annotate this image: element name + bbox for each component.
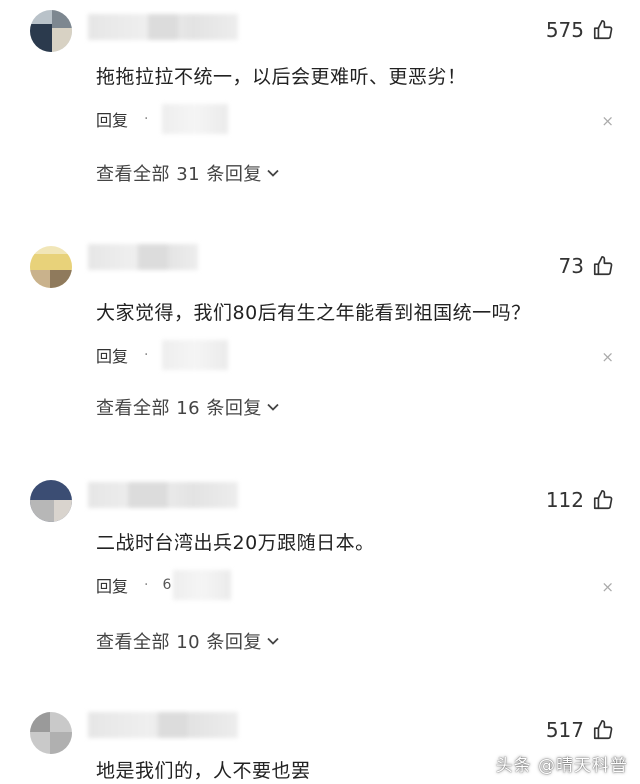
like-control[interactable]: 517 [546, 718, 614, 742]
watermark: 头条 @晴天科普 [495, 756, 628, 776]
avatar[interactable] [30, 246, 72, 288]
avatar[interactable] [30, 480, 72, 522]
separator-dot: · [144, 347, 149, 363]
like-control[interactable]: 112 [546, 488, 614, 512]
reply-button[interactable]: 回复 [96, 573, 128, 597]
close-icon[interactable]: × [601, 348, 614, 366]
reply-button[interactable]: 回复 [96, 343, 128, 367]
thumbs-up-icon[interactable] [592, 255, 614, 277]
thumbs-up-icon[interactable] [592, 489, 614, 511]
like-control[interactable]: 73 [559, 254, 614, 278]
like-count: 517 [545, 718, 584, 742]
view-all-replies-label: 查看全部 10 条回复 [96, 632, 262, 653]
comment-text: 二战时台湾出兵20万跟随日本。 [96, 532, 375, 554]
like-control[interactable]: 575 [546, 18, 614, 42]
separator-dot: · [144, 111, 149, 127]
thumbs-up-icon[interactable] [592, 19, 614, 41]
username-blurred [88, 482, 238, 508]
username-blurred [88, 14, 238, 40]
view-all-replies-link[interactable]: 查看全部 16 条回复 [96, 394, 280, 420]
timestamp-blurred [173, 570, 232, 600]
username-blurred [88, 244, 198, 270]
close-icon[interactable]: × [601, 112, 614, 130]
thumbs-up-icon[interactable] [592, 719, 614, 741]
reply-row: 回复 · 6 [96, 570, 232, 600]
comment-text: 大家觉得，我们80后有生之年能看到祖国统一吗？ [96, 302, 531, 324]
view-all-replies-link[interactable]: 查看全部 31 条回复 [96, 160, 280, 186]
chevron-down-icon [267, 403, 279, 411]
view-all-replies-label: 查看全部 31 条回复 [96, 164, 262, 185]
avatar[interactable] [30, 712, 72, 754]
view-all-replies-link[interactable]: 查看全部 10 条回复 [96, 628, 280, 654]
chevron-down-icon [267, 169, 279, 177]
timestamp-partial: 6 [162, 577, 172, 593]
comment-text: 拖拖拉拉不统一，以后会更难听、更恶劣！ [96, 66, 467, 88]
close-icon[interactable]: × [601, 578, 614, 596]
chevron-down-icon [267, 637, 279, 645]
timestamp-blurred [162, 340, 229, 370]
comment-text: 地是我们的，人不要也罢 [96, 760, 311, 782]
username-blurred [88, 712, 238, 738]
reply-row: 回复 · [96, 340, 229, 370]
like-count: 73 [558, 254, 584, 278]
avatar[interactable] [30, 10, 72, 52]
like-count: 575 [545, 18, 584, 42]
like-count: 112 [545, 488, 584, 512]
timestamp-blurred [162, 104, 229, 134]
separator-dot: · [144, 577, 149, 593]
reply-row: 回复 · [96, 104, 229, 134]
view-all-replies-label: 查看全部 16 条回复 [96, 398, 262, 419]
reply-button[interactable]: 回复 [96, 107, 128, 131]
